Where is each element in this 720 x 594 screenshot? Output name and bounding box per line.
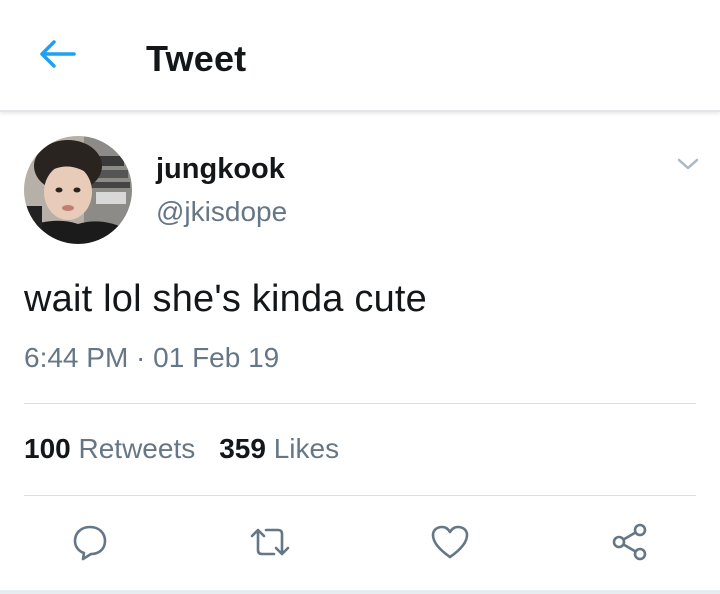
user-handle[interactable]: @jkisdope — [156, 196, 287, 228]
more-options-button[interactable] — [672, 152, 704, 180]
divider — [24, 495, 696, 496]
retweets-stat[interactable]: 100 Retweets — [24, 433, 195, 465]
display-name[interactable]: jungkook — [156, 153, 285, 186]
avatar[interactable] — [24, 136, 132, 244]
tweet-actions — [0, 516, 720, 572]
reply-icon — [70, 522, 110, 567]
share-button[interactable] — [602, 516, 658, 572]
like-button[interactable] — [422, 516, 478, 572]
share-icon — [610, 522, 650, 567]
back-button[interactable] — [30, 34, 86, 78]
tweet-text: wait lol she's kinda cute — [24, 278, 428, 320]
tweet-timestamp: 6:44 PM · 01 Feb 19 — [24, 342, 280, 373]
app-bar: Tweet — [0, 0, 720, 112]
page-title: Tweet — [146, 38, 247, 79]
reply-button[interactable] — [62, 516, 118, 572]
likes-stat[interactable]: 359 Likes — [219, 433, 339, 465]
divider — [0, 590, 720, 594]
arrow-left-icon — [38, 38, 78, 75]
like-icon — [429, 522, 471, 567]
retweets-count: 100 — [24, 433, 71, 464]
likes-label: Likes — [273, 433, 340, 464]
divider — [24, 403, 696, 404]
retweet-button[interactable] — [242, 516, 298, 572]
likes-count: 359 — [219, 433, 266, 464]
retweets-label: Retweets — [78, 433, 196, 464]
retweet-icon — [248, 522, 292, 567]
chevron-down-icon — [676, 156, 700, 177]
tweet-stats: 100 Retweets 359 Likes — [24, 433, 339, 465]
